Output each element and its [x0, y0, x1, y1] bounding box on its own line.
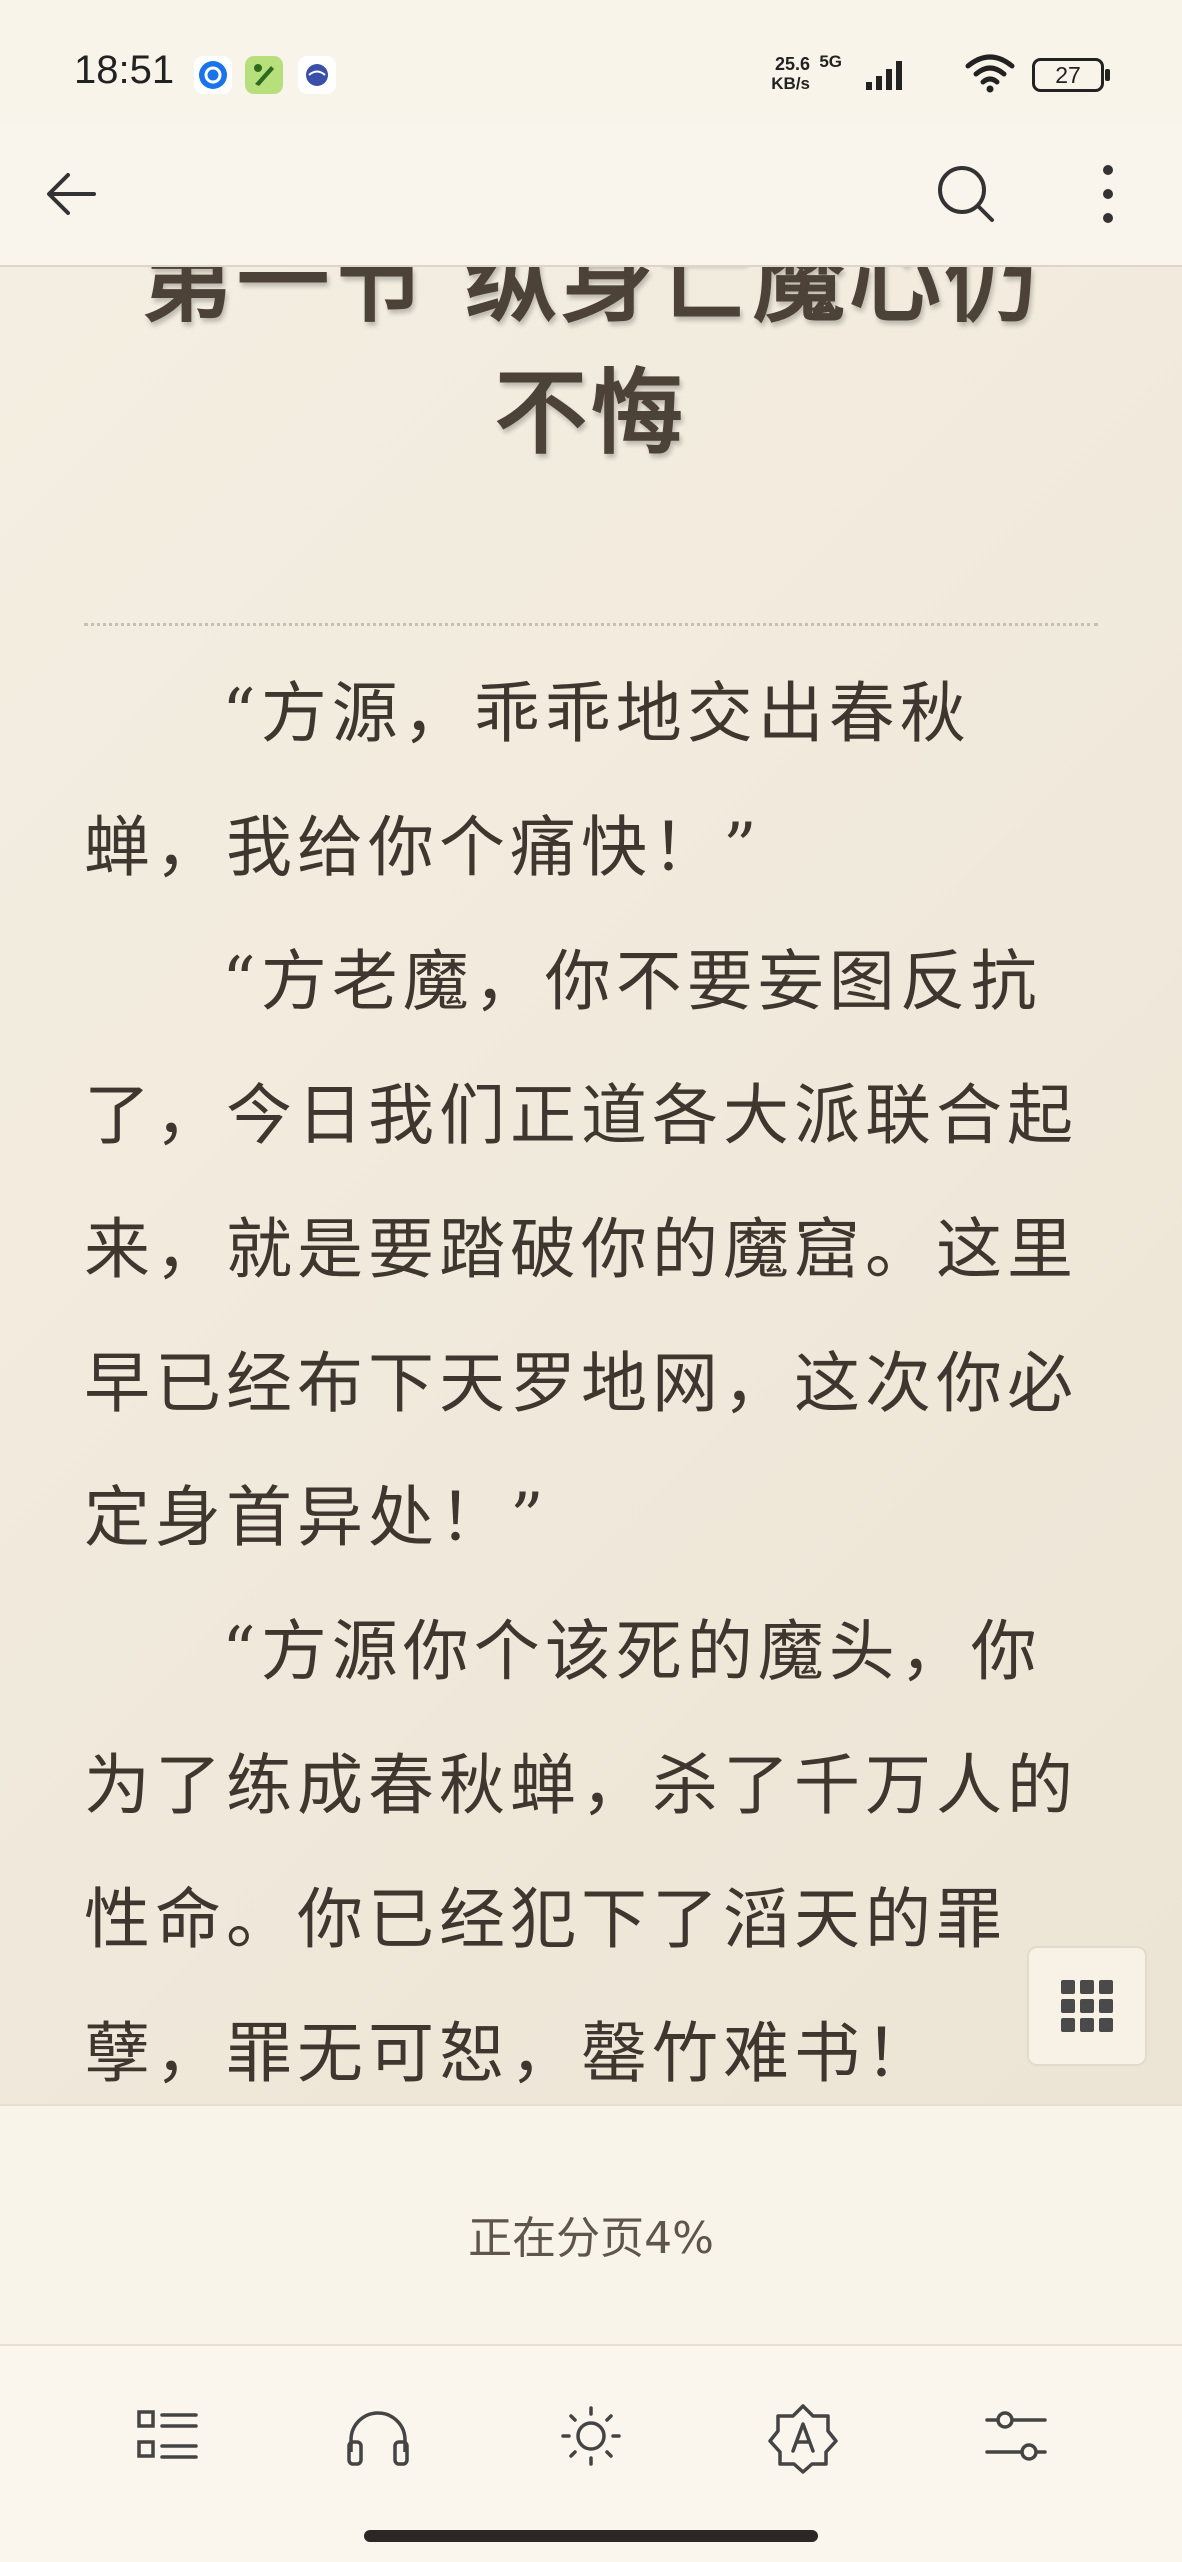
- paragraph: “方源，乖乖地交出春秋蝉，我给你个痛快！”: [84, 675, 971, 886]
- pagination-status: 正在分页4%: [0, 2104, 1182, 2346]
- sun-icon: [561, 2406, 621, 2466]
- sliders-icon: [985, 2411, 1047, 2461]
- status-bar: 18:51 25.6 KB/s 5G 27: [0, 0, 1182, 122]
- brightness-button[interactable]: [546, 2396, 636, 2476]
- reader-header: [0, 122, 1182, 267]
- title-divider: [84, 623, 1098, 626]
- cricket-app-icon: [245, 56, 283, 94]
- arrow-left-icon: [47, 173, 96, 215]
- network-speed: 25.6 KB/s: [771, 54, 810, 94]
- paragraph: “方源你个该死的魔头，你为了练成春秋蝉，杀了千万人的性命。你已经犯下了滔天的罪孽…: [84, 1613, 1078, 2092]
- listen-button[interactable]: [333, 2396, 423, 2476]
- back-button[interactable]: [36, 158, 108, 230]
- search-icon: [938, 166, 994, 222]
- battery-level: 27: [1055, 62, 1081, 88]
- auto-read-button[interactable]: [758, 2396, 848, 2476]
- paragraph: “方老魔，你不要妄图反抗了，今日我们正道各大派联合起来，就是要踏破你的魔窟。这里…: [84, 943, 1078, 1556]
- more-button[interactable]: [1072, 158, 1144, 230]
- wifi-icon: [965, 54, 1015, 93]
- battery-indicator: 27: [1032, 58, 1112, 92]
- grid-menu-button[interactable]: [1027, 1946, 1147, 2066]
- browser-app-icon: [194, 56, 232, 94]
- grid-icon: [1061, 1980, 1113, 2032]
- chapter-body: “方源，乖乖地交出春秋蝉，我给你个痛快！” “方老魔，你不要妄图反抗了，今日我们…: [84, 647, 1106, 2104]
- bottom-toolbar: [0, 2344, 1182, 2562]
- chapter-title: 第一节 纵身亡魔心仍 不悔: [140, 267, 1042, 467]
- network-speed-unit: KB/s: [771, 74, 810, 93]
- status-indicators: 25.6 KB/s 5G 27: [771, 50, 1112, 98]
- reading-page[interactable]: 第一节 纵身亡魔心仍 不悔 “方源，乖乖地交出春秋蝉，我给你个痛快！” “方老魔…: [0, 267, 1182, 2104]
- pagination-text: 正在分页4%: [468, 2213, 714, 2264]
- auto-badge-icon: [768, 2404, 838, 2474]
- status-time: 18:51: [74, 48, 175, 92]
- headphones-icon: [347, 2411, 409, 2466]
- search-button[interactable]: [930, 158, 1002, 230]
- network-speed-value: 25.6: [774, 54, 810, 74]
- catalog-button[interactable]: [122, 2396, 212, 2476]
- settings-button[interactable]: [971, 2396, 1061, 2476]
- home-indicator[interactable]: [364, 2530, 818, 2542]
- app-icon: [298, 56, 336, 94]
- network-type: 5G: [819, 52, 842, 71]
- more-vertical-icon: [1103, 165, 1113, 223]
- list-icon: [137, 2410, 198, 2459]
- signal-icon: [866, 61, 902, 90]
